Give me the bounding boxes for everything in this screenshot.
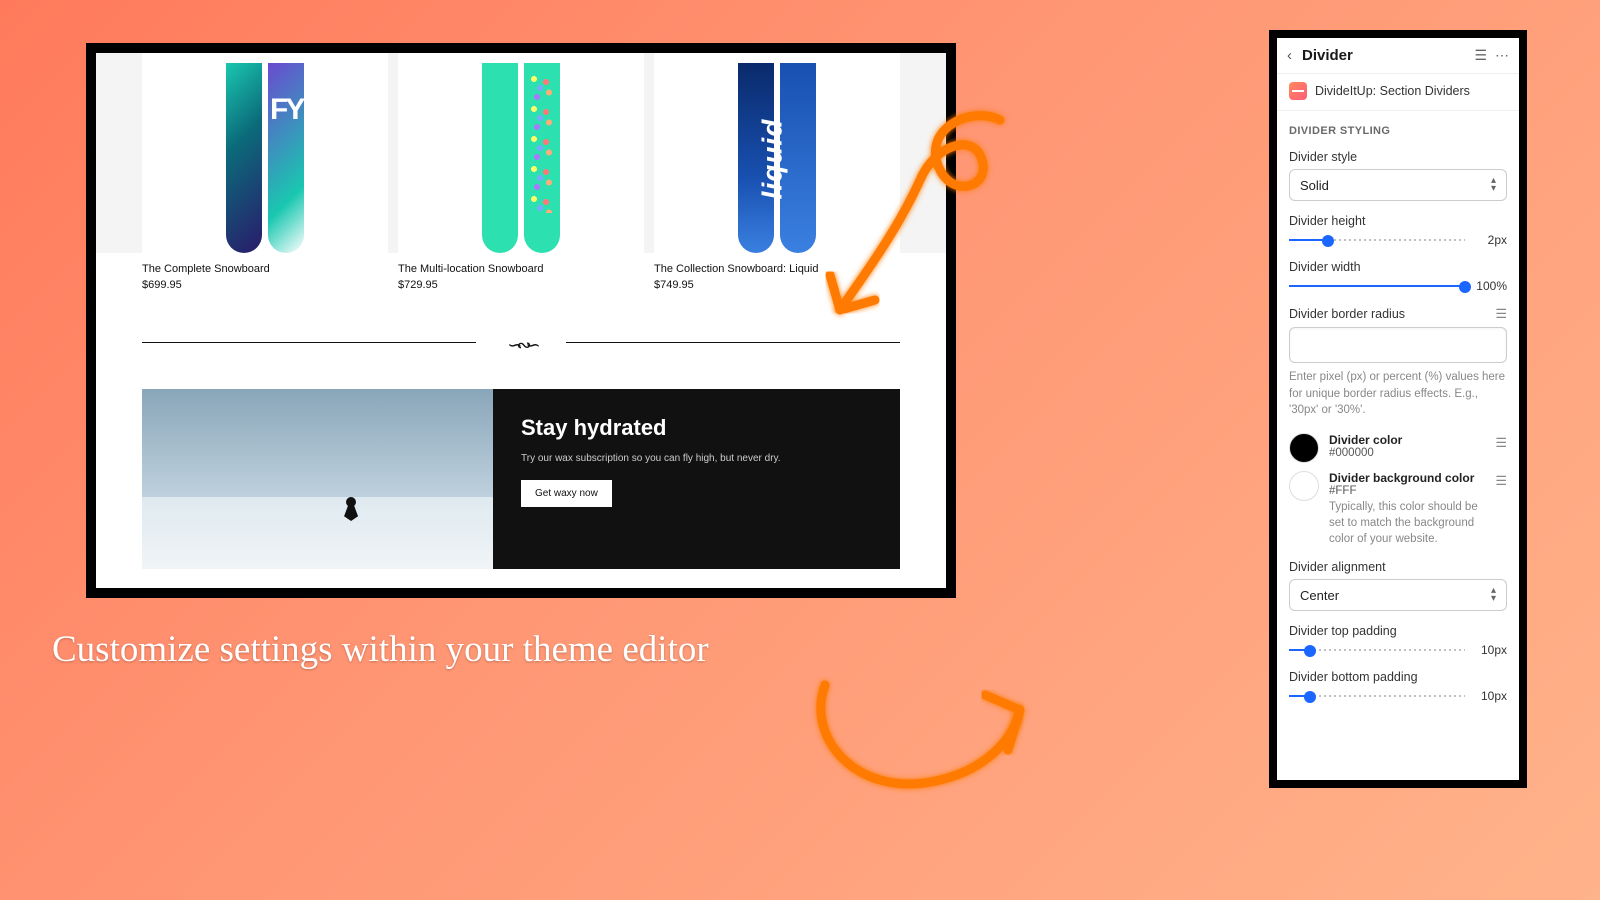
- divider-bgcolor-row[interactable]: Divider background color #FFF Typically,…: [1277, 463, 1519, 547]
- hero-cta-button[interactable]: Get waxy now: [521, 480, 612, 507]
- select-caret-icon: ▴▾: [1491, 177, 1496, 193]
- database-icon[interactable]: ☰: [1474, 47, 1487, 64]
- product-title[interactable]: The Collection Snowboard: Liquid: [654, 263, 900, 275]
- divider-style-select[interactable]: Solid ▴▾: [1289, 169, 1507, 201]
- divider-ornament-icon: ∽∾∽: [507, 335, 534, 356]
- slider-value: 2px: [1473, 233, 1507, 247]
- product-card[interactable]: [398, 53, 644, 253]
- marketing-caption: Customize settings within your theme edi…: [52, 628, 709, 671]
- dynamic-source-icon[interactable]: ☰: [1495, 306, 1507, 322]
- slider-value: 10px: [1473, 643, 1507, 657]
- more-icon[interactable]: ⋯: [1495, 47, 1509, 64]
- dynamic-source-icon[interactable]: ☰: [1495, 433, 1507, 451]
- app-name: DivideItUp: Section Dividers: [1315, 84, 1470, 98]
- field-label: Divider bottom padding: [1289, 670, 1418, 684]
- section-heading: DIVIDER STYLING: [1277, 111, 1519, 143]
- section-divider: ∽∾∽: [142, 335, 900, 349]
- settings-panel-frame: ‹ Divider ☰ ⋯ DivideItUp: Section Divide…: [1269, 30, 1527, 788]
- skier-icon: [342, 497, 360, 523]
- field-label: Divider border radius: [1289, 307, 1405, 321]
- product-grid: [96, 53, 946, 253]
- field-label: Divider top padding: [1289, 624, 1397, 638]
- select-value: Center: [1300, 588, 1339, 603]
- divider-width-slider[interactable]: [1289, 279, 1465, 293]
- product-title[interactable]: The Complete Snowboard: [142, 263, 388, 275]
- product-card[interactable]: [142, 53, 388, 253]
- hero-subtext: Try our wax subscription so you can fly …: [521, 453, 872, 464]
- color-label: Divider background color: [1329, 471, 1485, 485]
- hero-banner: Stay hydrated Try our wax subscription s…: [142, 389, 900, 569]
- product-price: $749.95: [654, 279, 694, 291]
- dynamic-source-icon[interactable]: ☰: [1495, 471, 1507, 489]
- color-swatch[interactable]: [1289, 433, 1319, 463]
- storefront-preview: The Complete Snowboard $699.95 The Multi…: [96, 53, 946, 588]
- color-hex: #FFF: [1329, 485, 1485, 497]
- panel-header: ‹ Divider ☰ ⋯: [1277, 38, 1519, 74]
- field-help: Enter pixel (px) or percent (%) values h…: [1289, 363, 1507, 419]
- divider-color-row[interactable]: Divider color #000000 ☰: [1277, 425, 1519, 463]
- divider-alignment-select[interactable]: Center ▴▾: [1289, 579, 1507, 611]
- product-meta-row: The Complete Snowboard $699.95 The Multi…: [96, 253, 946, 299]
- product-title[interactable]: The Multi-location Snowboard: [398, 263, 644, 275]
- arrow-illustration: [790, 640, 1070, 840]
- panel-title: Divider: [1302, 47, 1466, 64]
- field-label: Divider width: [1289, 260, 1361, 274]
- slider-value: 10px: [1473, 689, 1507, 703]
- product-price: $729.95: [398, 279, 438, 291]
- slider-value: 100%: [1473, 279, 1507, 293]
- app-icon: [1289, 82, 1307, 100]
- hero-heading: Stay hydrated: [521, 415, 872, 441]
- product-price: $699.95: [142, 279, 182, 291]
- border-radius-input[interactable]: [1289, 327, 1507, 363]
- hero-image: [142, 389, 493, 569]
- color-hex: #000000: [1329, 447, 1402, 459]
- app-source-row[interactable]: DivideItUp: Section Dividers: [1277, 74, 1519, 111]
- storefront-preview-frame: The Complete Snowboard $699.95 The Multi…: [86, 43, 956, 598]
- select-value: Solid: [1300, 178, 1329, 193]
- color-swatch[interactable]: [1289, 471, 1319, 501]
- bottom-padding-slider[interactable]: [1289, 689, 1465, 703]
- back-icon[interactable]: ‹: [1285, 47, 1294, 64]
- field-label: Divider alignment: [1289, 560, 1386, 574]
- divider-height-slider[interactable]: [1289, 233, 1465, 247]
- field-label: Divider style: [1289, 150, 1357, 164]
- select-caret-icon: ▴▾: [1491, 587, 1496, 603]
- field-label: Divider height: [1289, 214, 1365, 228]
- color-label: Divider color: [1329, 433, 1402, 447]
- top-padding-slider[interactable]: [1289, 643, 1465, 657]
- product-card[interactable]: [654, 53, 900, 253]
- field-help: Typically, this color should be set to m…: [1329, 499, 1485, 547]
- settings-panel: ‹ Divider ☰ ⋯ DivideItUp: Section Divide…: [1277, 38, 1519, 780]
